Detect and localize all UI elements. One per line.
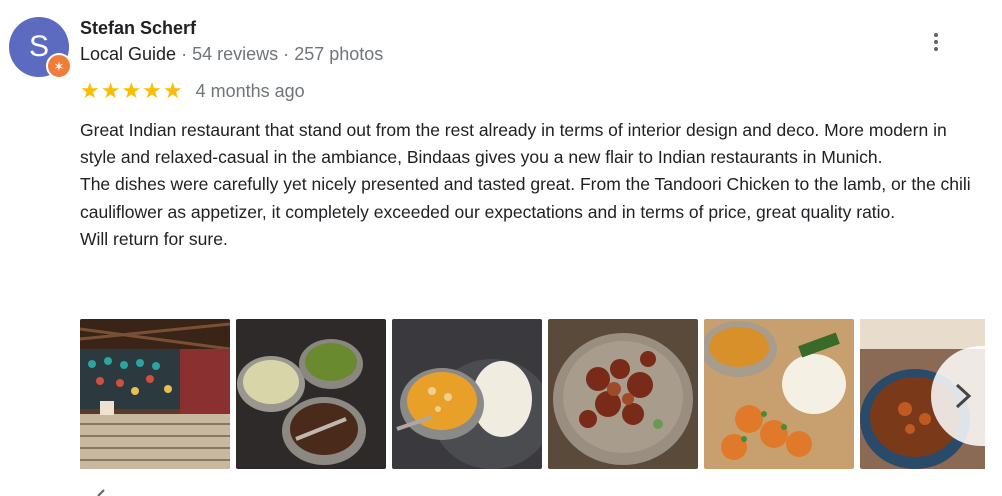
review-photo[interactable] — [548, 319, 698, 469]
review-text: Great Indian restaurant that stand out f… — [80, 117, 985, 253]
meta-separator: · — [181, 44, 188, 64]
review-photo[interactable] — [392, 319, 542, 469]
more-vert-icon[interactable] — [922, 28, 950, 56]
review-paragraph: Will return for sure. — [80, 228, 228, 249]
meta-separator: · — [283, 44, 290, 64]
local-guide-star-icon: ✶ — [46, 53, 72, 79]
reviews-count: 54 reviews — [192, 44, 279, 64]
star-rating: ★★★★★ — [80, 78, 184, 103]
review-photos — [80, 319, 985, 469]
local-guide-label: Local Guide — [80, 44, 177, 64]
like-icon[interactable] — [88, 486, 108, 496]
chevron-right-icon — [955, 383, 972, 409]
review-paragraph: Great Indian restaurant that stand out f… — [80, 120, 947, 168]
review-photo[interactable] — [236, 319, 386, 469]
avatar-letter: S — [28, 30, 49, 63]
review-photo[interactable] — [80, 319, 230, 469]
review-date: 4 months ago — [195, 80, 305, 101]
reviewer-meta: Local Guide · 54 reviews · 257 photos — [80, 44, 383, 65]
review-paragraph: The dishes were carefully yet nicely pre… — [80, 174, 971, 222]
rating-row: ★★★★★ 4 months ago — [80, 80, 305, 102]
photos-count: 257 photos — [294, 44, 384, 64]
review-photo[interactable] — [704, 319, 854, 469]
reviewer-name[interactable]: Stefan Scherf — [80, 18, 196, 39]
